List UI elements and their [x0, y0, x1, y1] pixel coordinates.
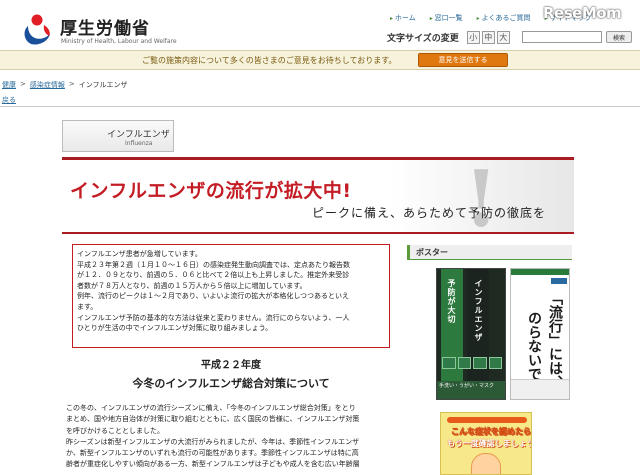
- nav-faq[interactable]: よくあるご質問: [477, 13, 531, 23]
- site-title[interactable]: 厚生労働省: [60, 14, 150, 39]
- body-text: この冬の、インフルエンザの流行シーズンに備え、「今冬のインフルエンザ総合対策」を…: [66, 403, 400, 471]
- breadcrumb-separator: >: [68, 80, 75, 88]
- divider: [0, 106, 640, 107]
- info-line: インフルエンザ患者が急増しています。: [77, 250, 202, 258]
- ministry-logo-icon[interactable]: [22, 12, 52, 46]
- info-line: ひとりが生活の中でインフルエンザ対策に取り組みましょう。: [77, 324, 273, 333]
- breadcrumb-separator: >: [20, 80, 26, 88]
- poster-strip: 予防が大切: [441, 269, 463, 399]
- nav-home[interactable]: ホーム: [390, 13, 416, 23]
- poster-tile: [457, 357, 471, 369]
- poster-heading-rule: [407, 259, 572, 260]
- site-subtitle: Ministry of Health, Labour and Welfare: [61, 38, 177, 45]
- info-line: 例年、流行のピークは１～２月であり、いよいよ流行の拡大が本格化しつつあるといえ: [77, 292, 349, 301]
- poster-prevention[interactable]: 予防が大切 インフルエンザ 手洗い・うがい・マスク: [436, 268, 506, 400]
- poster-headline: こんな症状を認めたら: [451, 427, 531, 436]
- body-line: 昨シーズンは新型インフルエンザの大流行がみられましたが、今年は、季節性インフルエ…: [66, 437, 360, 446]
- alert-info-box: インフルエンザ患者が急増しています。 平成２３年第２週（１月１０～１６日）の感染…: [72, 244, 390, 348]
- banner-subtitle: ピークに備え、あらためて予防の徹底を: [312, 206, 547, 220]
- resemom-watermark: ReseMom: [543, 4, 622, 22]
- poster-strip-text: インフルエンザ: [474, 279, 483, 342]
- info-line: 平成２３年第２週（１月１０～１６日）の感染症発生動向調査では、定点あたり報告数: [77, 260, 350, 269]
- info-line: が１２．０９となり、前週の５．０６と比べて２倍以上も上昇しました。推定外来受診: [77, 271, 350, 280]
- fiscal-year-heading: 平成２２年度: [201, 360, 261, 371]
- banner-bottom-border: [62, 232, 574, 234]
- font-size-large-button[interactable]: 大: [496, 31, 510, 44]
- body-line: まとめ、国や地方自治体が対策に取り組むとともに、広く国民の皆様に、インフルエンザ…: [66, 415, 360, 424]
- font-size-label: 文字サイズの変更: [387, 34, 459, 44]
- body-line: 齢者が重症化しやすい傾向がある一方、新型インフルエンザは子どもや成人を含む広い年…: [66, 460, 360, 469]
- body-line: この冬の、インフルエンザの流行シーズンに備え、「今冬のインフルエンザ総合対策」を…: [66, 404, 356, 412]
- back-link[interactable]: 戻る: [2, 95, 16, 105]
- feedback-notice-text: ご覧の施策内容について多くの皆さまのご意見をお待ちしております。: [142, 56, 397, 65]
- page-category-en: Influenza: [125, 140, 153, 147]
- search-button[interactable]: 検索: [606, 31, 632, 43]
- alert-banner: ! インフルエンザの流行が拡大中! ピークに備え、あらためて予防の徹底を: [62, 160, 574, 232]
- nav-contacts[interactable]: 窓口一覧: [430, 13, 463, 23]
- page-category-tag: インフルエンザ Influenza: [62, 120, 174, 152]
- search-input[interactable]: [522, 31, 602, 43]
- poster-top-band: [511, 269, 569, 275]
- site-header: 厚生労働省 Ministry of Health, Labour and Wel…: [0, 0, 640, 50]
- poster-illustration-grid: [442, 357, 502, 369]
- breadcrumb: 健康 > 感染症情報 > インフルエンザ: [2, 80, 128, 90]
- poster-symptoms[interactable]: こんな症状を認めたら もう一度確認しましょう: [440, 412, 532, 475]
- page-category-ja: インフルエンザ: [107, 130, 170, 140]
- breadcrumb-current: インフルエンザ: [78, 81, 128, 89]
- breadcrumb-health[interactable]: 健康: [2, 80, 16, 90]
- poster-strip: インフルエンザ: [467, 269, 489, 399]
- banner-title: インフルエンザの流行が拡大中!: [70, 180, 352, 202]
- poster-strip-text: 予防が大切: [447, 279, 456, 324]
- poster-tile: [473, 357, 487, 369]
- poster-section-heading: ポスター: [407, 245, 572, 259]
- page-title: 今冬のインフルエンザ総合対策について: [132, 377, 330, 390]
- info-line: 者数が７８万人となり、前週の１５万人から５倍以上に増加しています。: [77, 281, 307, 290]
- info-line: ます。: [77, 302, 98, 311]
- exclamation-icon: !: [464, 160, 499, 232]
- poster-footer-text: 手洗い・うがい・マスク: [437, 381, 505, 399]
- poster-headline: 「流行」には、: [547, 291, 563, 389]
- feedback-notice-bar: ご覧の施策内容について多くの皆さまのご意見をお待ちしております。 意見を送信する: [0, 50, 640, 70]
- poster-bottom-band: [511, 379, 569, 399]
- info-line: インフルエンザ予防の基本的な方法は従来と変わりません。流行にのらないよう、一人: [77, 313, 350, 322]
- body-line: か、新型インフルエンザのいずれも流行の可能性があります。季節性インフルエンザは特…: [66, 449, 359, 458]
- font-size-small-button[interactable]: 小: [466, 31, 480, 44]
- ministry-mark-icon: [551, 278, 567, 284]
- font-size-medium-button[interactable]: 中: [481, 31, 495, 44]
- send-feedback-button[interactable]: 意見を送信する: [418, 53, 508, 67]
- poster-top-band: [447, 417, 527, 423]
- poster-tile: [488, 357, 502, 369]
- poster-headline: もう一度確認しましょう: [447, 439, 532, 448]
- poster-tile: [442, 357, 456, 369]
- poster-figure-icon: [471, 453, 501, 474]
- poster-dont-ride-trend[interactable]: 「流行」には、 のらないで。: [510, 268, 570, 400]
- breadcrumb-infectious-disease[interactable]: 感染症情報: [30, 80, 65, 90]
- font-size-switcher: 文字サイズの変更 小 中 大: [387, 31, 510, 44]
- body-line: を呼びかけることとしました。: [66, 426, 164, 435]
